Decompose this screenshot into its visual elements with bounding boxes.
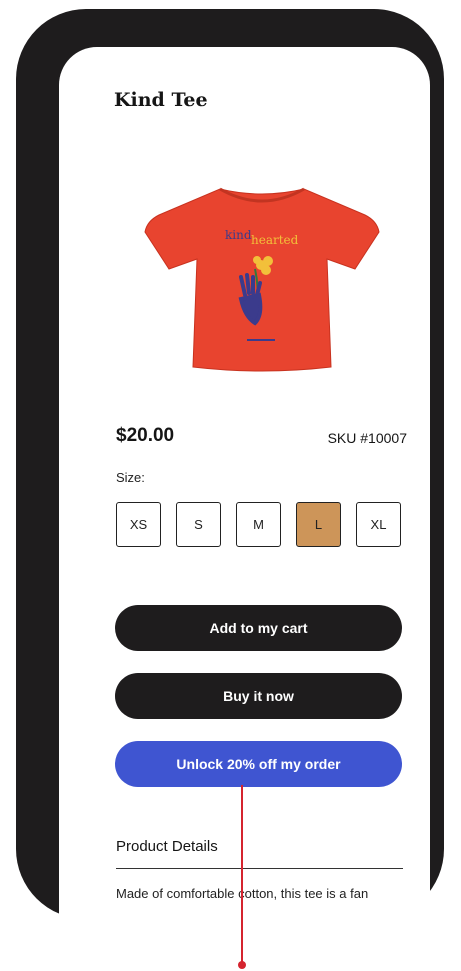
size-option-l[interactable]: L (296, 502, 341, 547)
product-details-text: Made of comfortable cotton, this tee is … (116, 886, 369, 901)
shirt-print-kind: kind (225, 228, 252, 242)
product-screen: Kind Tee kind hearted $20.00 SKU #10007 … (59, 47, 430, 921)
product-price: $20.00 (116, 425, 175, 446)
details-divider (116, 868, 403, 869)
tshirt-shape (144, 188, 380, 372)
product-details-heading: Product Details (116, 838, 218, 855)
size-option-s[interactable]: S (176, 502, 221, 547)
size-option-xl[interactable]: XL (356, 502, 401, 547)
size-option-m[interactable]: M (236, 502, 281, 547)
size-options: XS S M L XL (116, 502, 401, 547)
size-label: Size: (116, 470, 145, 485)
product-image: kind hearted (144, 187, 380, 372)
stage: Kind Tee kind hearted $20.00 SKU #10007 … (0, 0, 461, 971)
annotation-dot (238, 961, 246, 969)
size-option-xs[interactable]: XS (116, 502, 161, 547)
unlock-discount-button[interactable]: Unlock 20% off my order (115, 741, 402, 787)
shirt-print-hearted: hearted (251, 233, 299, 247)
product-title: Kind Tee (114, 89, 208, 111)
product-sku: SKU #10007 (327, 430, 407, 446)
phone-frame: Kind Tee kind hearted $20.00 SKU #10007 … (16, 9, 444, 921)
buy-now-button[interactable]: Buy it now (115, 673, 402, 719)
add-to-cart-button[interactable]: Add to my cart (115, 605, 402, 651)
annotation-line (241, 785, 243, 965)
